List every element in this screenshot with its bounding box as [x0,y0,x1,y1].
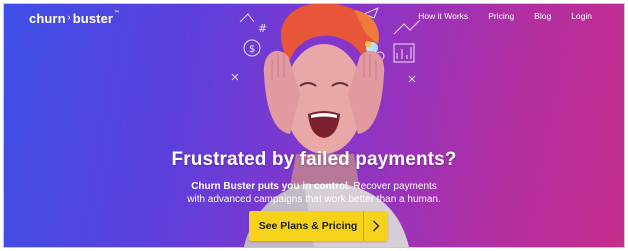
chevron-right-icon [363,211,387,241]
cross-doodle-icon [231,73,239,81]
hero-subtext-bold: Churn Buster puts you in control. [191,181,351,192]
nav-blog[interactable]: Blog [534,10,551,22]
arrow-doodle-icon [239,13,255,23]
hero-subtext-line2: with advanced campaigns that work better… [187,193,441,205]
zigzag-doodle-icon [393,19,421,35]
top-nav: How it Works Pricing Blog Login [398,10,592,22]
svg-text:#: # [258,22,267,35]
brand-separator: › [67,12,71,22]
hero-section: $ # churn › buster ™ How it Works Pricin… [4,4,624,247]
brand-name-left: churn [29,10,66,26]
hero-subtext-rest: Recover payments [350,181,437,192]
hero-subtext: Churn Buster puts you in control. Recove… [4,181,624,206]
brand-name-right: buster [72,10,114,26]
nav-pricing[interactable]: Pricing [488,10,514,22]
cta-label: See Plans & Pricing [258,220,358,232]
see-plans-pricing-button[interactable]: See Plans & Pricing [249,211,387,241]
trademark-mark: ™ [114,10,120,16]
nav-login[interactable]: Login [571,10,592,22]
cross-doodle-icon-2 [408,75,416,83]
brand-logo[interactable]: churn › buster ™ [29,10,119,26]
nav-how-it-works[interactable]: How it Works [418,10,468,22]
svg-text:$: $ [249,44,255,55]
screenshot-frame: $ # churn › buster ™ How it Works Pricin… [3,3,625,248]
hero-headline: Frustrated by failed payments? [171,149,457,170]
